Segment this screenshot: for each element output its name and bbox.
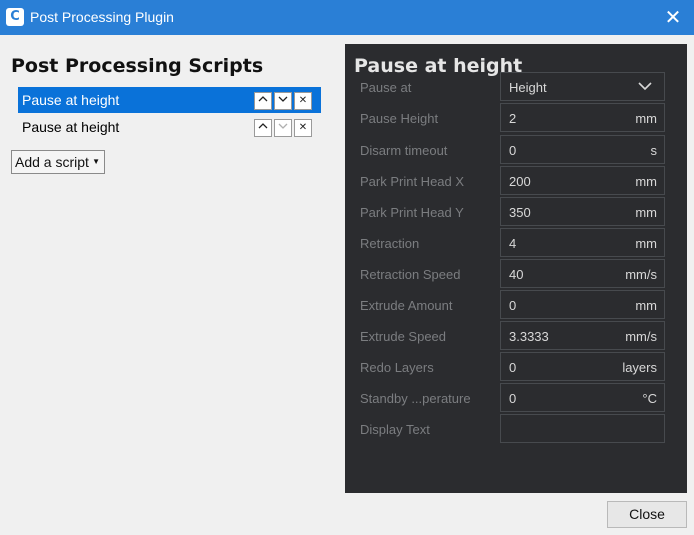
chevron-down-icon: [278, 123, 288, 129]
script-item[interactable]: Pause at height ✕: [18, 87, 321, 113]
title-bar: C Post Processing Plugin ✕: [0, 0, 694, 35]
cura-icon: C: [6, 8, 24, 26]
field-unit: °C: [642, 391, 657, 406]
field-unit: mm: [635, 205, 657, 220]
field-value: 2: [509, 111, 517, 126]
chevron-down-icon: [638, 82, 652, 91]
add-script-label: Add a script: [15, 154, 89, 170]
field-value: 0: [509, 360, 517, 375]
retraction-input[interactable]: 4 mm: [500, 228, 665, 257]
redo-layers-input[interactable]: 0 layers: [500, 352, 665, 381]
settings-panel: Pause at height Pause at Height Pause He…: [345, 44, 687, 493]
park-x-input[interactable]: 200 mm: [500, 166, 665, 195]
field-unit: mm: [635, 111, 657, 126]
field-value: 0: [509, 391, 517, 406]
field-value: 0: [509, 143, 517, 158]
field-value: 0: [509, 298, 517, 313]
setting-label: Park Print Head X: [360, 174, 465, 189]
move-up-button[interactable]: [254, 92, 272, 110]
chevron-up-icon: [258, 123, 268, 129]
field-unit: mm: [635, 236, 657, 251]
field-value: 3.3333: [509, 329, 549, 344]
remove-script-button[interactable]: ✕: [294, 92, 312, 110]
setting-label: Pause Height: [360, 111, 439, 126]
field-unit: mm/s: [625, 267, 657, 282]
setting-label: Park Print Head Y: [360, 205, 464, 220]
dropdown-value: Height: [509, 80, 547, 95]
setting-label: Redo Layers: [360, 360, 434, 375]
setting-label: Disarm timeout: [360, 143, 448, 158]
setting-label: Extrude Amount: [360, 298, 453, 313]
pause-height-input[interactable]: 2 mm: [500, 103, 665, 132]
standby-temperature-input[interactable]: 0 °C: [500, 383, 665, 412]
setting-label: Retraction Speed: [360, 267, 461, 282]
field-value: 200: [509, 174, 531, 189]
script-label: Pause at height: [22, 119, 120, 135]
setting-label: Retraction: [360, 236, 420, 251]
field-unit: layers: [622, 360, 657, 375]
chevron-up-icon: [258, 96, 268, 102]
add-script-button[interactable]: Add a script ▼: [11, 150, 105, 174]
extrude-amount-input[interactable]: 0 mm: [500, 290, 665, 319]
park-y-input[interactable]: 350 mm: [500, 197, 665, 226]
close-icon[interactable]: ✕: [660, 4, 686, 30]
caret-down-icon: ▼: [92, 157, 100, 166]
disarm-timeout-input[interactable]: 0 s: [500, 135, 665, 164]
extrude-speed-input[interactable]: 3.3333 mm/s: [500, 321, 665, 350]
close-button[interactable]: Close: [607, 501, 687, 528]
field-unit: mm: [635, 298, 657, 313]
scripts-heading: Post Processing Scripts: [11, 55, 264, 77]
window-title: Post Processing Plugin: [30, 9, 174, 25]
field-value: 40: [509, 267, 524, 282]
field-unit: s: [650, 143, 658, 158]
field-value: 350: [509, 205, 531, 220]
chevron-down-icon: [278, 96, 288, 102]
pause-at-dropdown[interactable]: Height: [500, 72, 665, 101]
script-label: Pause at height: [22, 92, 120, 108]
settings-heading: Pause at height: [354, 55, 523, 77]
display-text-input[interactable]: [500, 414, 665, 443]
field-unit: mm: [635, 174, 657, 189]
move-down-button[interactable]: [274, 119, 292, 137]
setting-label: Extrude Speed: [360, 329, 447, 344]
field-value: 4: [509, 236, 517, 251]
setting-label: Display Text: [360, 422, 430, 437]
field-unit: mm/s: [625, 329, 657, 344]
remove-script-button[interactable]: ✕: [294, 119, 312, 137]
retraction-speed-input[interactable]: 40 mm/s: [500, 259, 665, 288]
move-up-button[interactable]: [254, 119, 272, 137]
setting-label: Standby ...perature: [360, 391, 471, 406]
script-item[interactable]: Pause at height ✕: [18, 114, 321, 140]
move-down-button[interactable]: [274, 92, 292, 110]
setting-label: Pause at: [360, 80, 412, 95]
